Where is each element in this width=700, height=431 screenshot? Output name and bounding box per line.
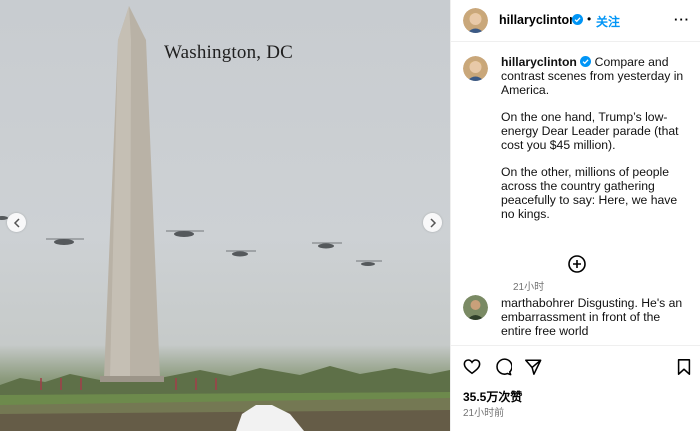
bookmark-icon[interactable] [675, 358, 693, 376]
action-bar: 35.5万次赞 21小时前 [451, 345, 700, 431]
photo-caption: Washington, DC [164, 42, 293, 63]
chevron-left-icon [13, 217, 20, 228]
more-options-button[interactable]: ··· [674, 12, 690, 27]
caption-text: hillaryclinton Compare and contrast scen… [501, 55, 693, 234]
post-photo: Washington, DC [0, 0, 450, 431]
caption-paragraph-2: On the one hand, Trump’s low-energy Dear… [501, 110, 679, 152]
avatar-image [463, 8, 488, 33]
verified-badge-icon [572, 14, 583, 25]
likes-count[interactable]: 35.5万次赞 [463, 388, 522, 405]
caption-paragraph: hillaryclinton Compare and contrast scen… [501, 55, 693, 97]
carousel-prev-button[interactable] [7, 213, 26, 232]
author-username[interactable]: hillaryclinton [499, 13, 577, 27]
add-circle-icon[interactable] [568, 255, 586, 273]
post-header: hillaryclinton • 关注 ··· [451, 0, 700, 42]
carousel-next-button[interactable] [423, 213, 442, 232]
commenter-username[interactable]: marthabohrer [501, 296, 574, 310]
avatar-image [463, 56, 488, 81]
avatar-image [463, 295, 488, 320]
commenter-avatar[interactable] [463, 295, 488, 320]
follow-button[interactable]: 关注 [596, 13, 620, 30]
separator-dot: • [587, 12, 592, 26]
comment-text: marthabohrer Disgusting. He's an embarra… [501, 296, 693, 338]
send-icon[interactable] [524, 358, 542, 376]
author-avatar[interactable] [463, 8, 488, 33]
chevron-right-icon [429, 217, 436, 228]
caption-paragraph-3: On the other, millions of people across … [501, 165, 678, 221]
caption-username[interactable]: hillaryclinton [501, 55, 577, 69]
photo-scene [0, 6, 450, 431]
caption-avatar[interactable] [463, 56, 488, 81]
post-timestamp[interactable]: 21小时前 [463, 404, 504, 419]
comment-icon[interactable] [494, 358, 512, 376]
heart-icon[interactable] [463, 358, 481, 376]
post-panel: hillaryclinton • 关注 ··· hillaryclinton C… [450, 0, 700, 431]
caption-timestamp: 21小时 [513, 282, 545, 293]
verified-badge-icon [580, 56, 592, 67]
